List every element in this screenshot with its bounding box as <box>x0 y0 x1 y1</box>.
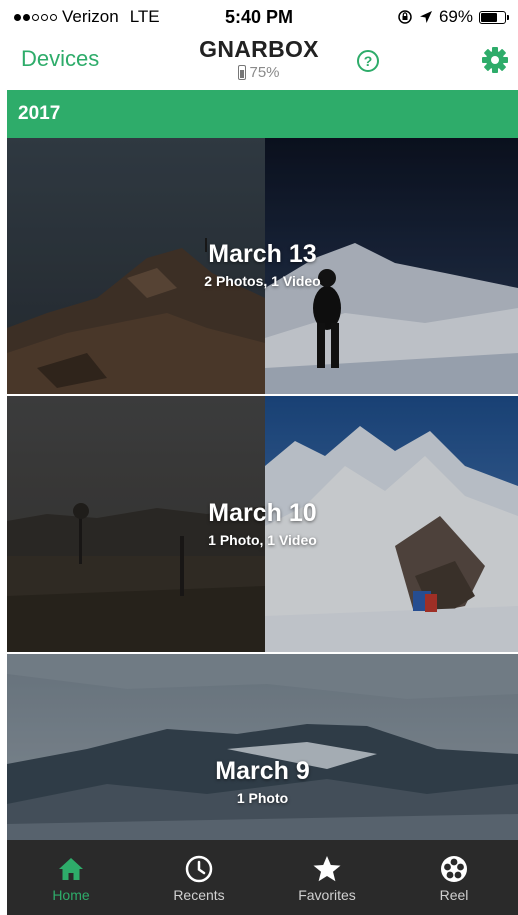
tab-recents[interactable]: Recents <box>135 840 263 915</box>
device-battery-icon <box>238 65 247 80</box>
home-icon <box>59 858 83 880</box>
location-arrow-icon <box>419 11 432 23</box>
card-label: March 10 1 Photo, 1 Video <box>7 499 518 548</box>
day-card[interactable]: March 9 1 Photo <box>7 654 518 840</box>
card-label: March 13 2 Photos, 1 Video <box>7 240 518 289</box>
clock-icon <box>185 855 213 883</box>
battery-icon <box>479 10 509 24</box>
day-date: March 10 <box>208 499 317 527</box>
question-circle-icon: ? <box>363 53 373 69</box>
day-media-count: 1 Photo <box>236 790 289 806</box>
nav-bar: Devices GNARBOX 75% ? <box>0 36 518 90</box>
device-battery-status: 75% <box>0 64 518 81</box>
help-button[interactable]: ? <box>357 50 379 72</box>
tab-home[interactable]: Home <box>7 840 135 915</box>
year-section-header: 2017 <box>7 90 518 138</box>
star-icon <box>313 856 341 882</box>
tab-label: Reel <box>439 887 469 903</box>
tab-reel[interactable]: Reel <box>390 840 518 915</box>
tab-bar: Home Recents Favorites Reel <box>7 840 518 915</box>
gear-icon[interactable] <box>481 46 509 74</box>
day-card[interactable]: March 10 1 Photo, 1 Video <box>7 396 518 652</box>
day-date: March 13 <box>208 240 317 268</box>
status-bar: Verizon LTE 5:40 PM 69% <box>0 0 518 36</box>
film-reel-icon <box>441 856 467 882</box>
tab-favorites[interactable]: Favorites <box>263 840 391 915</box>
card-label: March 9 1 Photo <box>7 757 518 806</box>
day-media-count: 2 Photos, 1 Video <box>204 273 321 289</box>
card-overlay <box>7 654 518 840</box>
tab-label: Recents <box>173 887 225 903</box>
day-date: March 9 <box>215 757 310 785</box>
page-title: GNARBOX <box>199 36 319 62</box>
day-card[interactable]: March 13 2 Photos, 1 Video <box>7 138 518 394</box>
device-battery-percent: 75% <box>249 64 280 81</box>
tab-label: Favorites <box>298 887 356 903</box>
status-right: 69% <box>397 7 509 27</box>
orientation-lock-icon <box>398 10 412 24</box>
battery-percent: 69% <box>438 7 473 26</box>
tab-label: Home <box>52 887 90 903</box>
day-media-count: 1 Photo, 1 Video <box>208 532 317 548</box>
